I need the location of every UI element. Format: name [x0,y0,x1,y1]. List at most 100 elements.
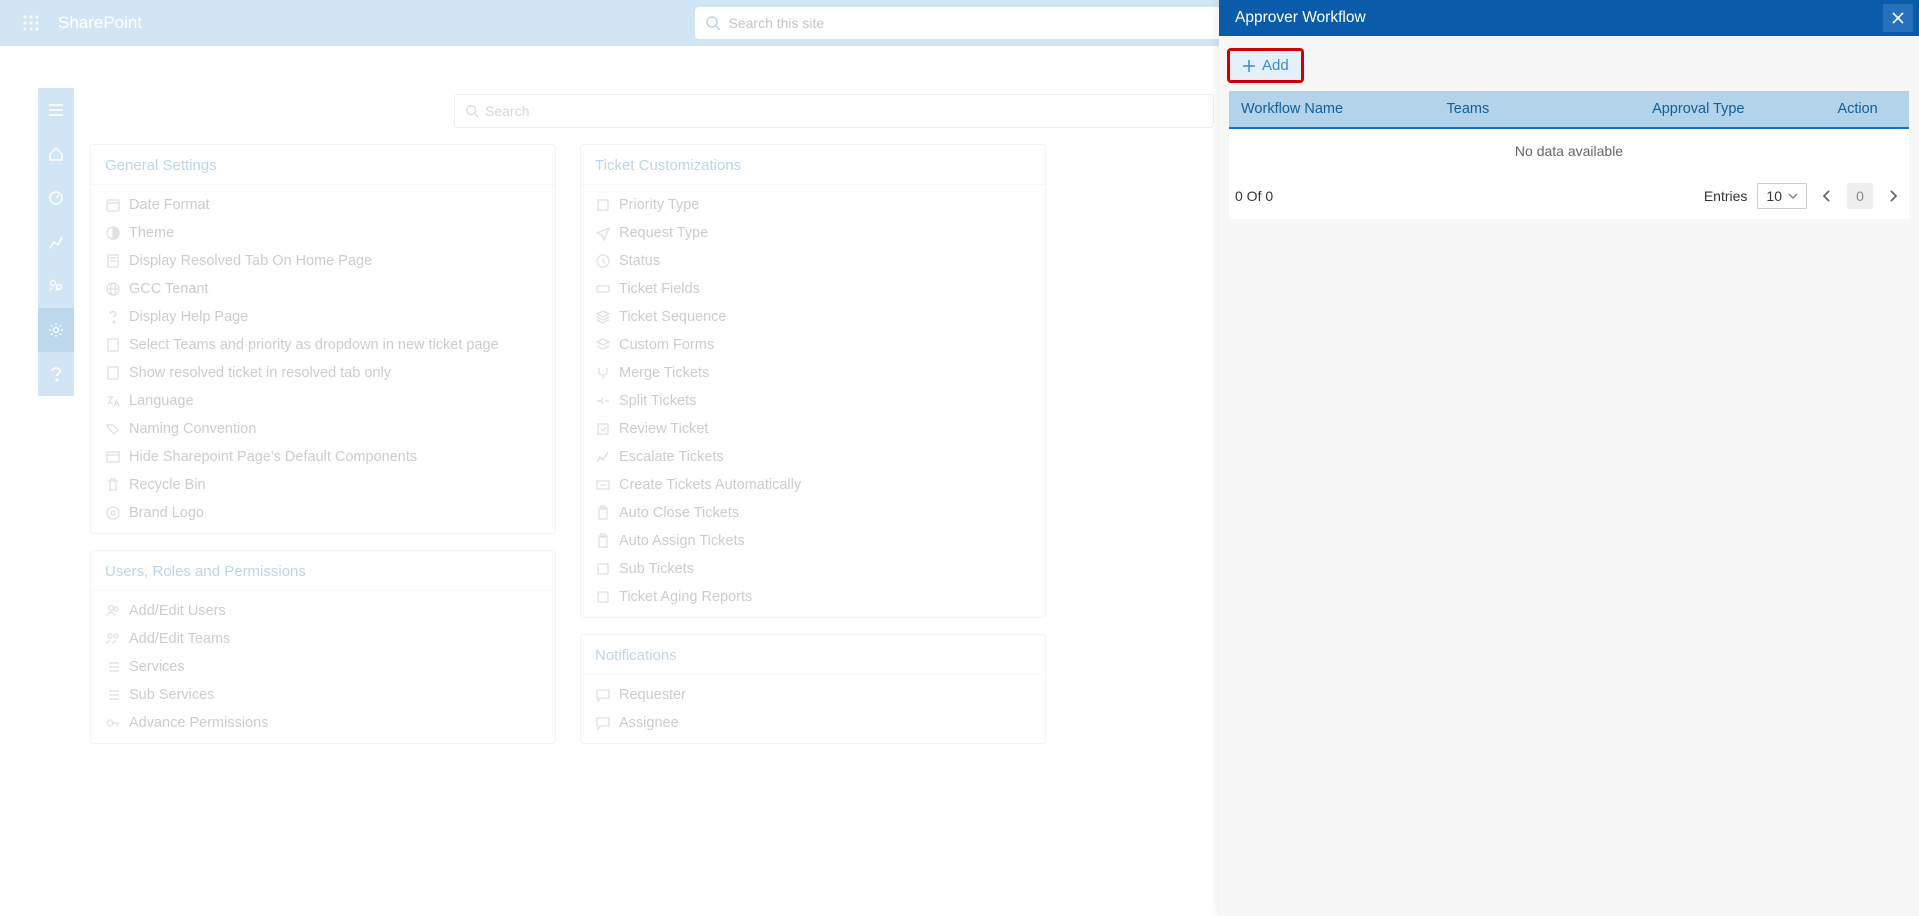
language-icon [105,393,121,409]
users-icon [105,603,121,619]
col-approval-type: Approval Type [1652,101,1806,117]
nav-menu-icon[interactable] [38,88,74,132]
pager-count: 0 Of 0 [1235,188,1273,204]
send-icon [595,225,611,241]
escalate-icon [595,449,611,465]
settings-item[interactable]: Status [581,247,1045,275]
checkbox-icon [595,589,611,605]
settings-item[interactable]: Create Tickets Automatically [581,471,1045,499]
target-icon [105,505,121,521]
settings-item[interactable]: Priority Type [581,191,1045,219]
nav-dashboard-icon[interactable] [38,176,74,220]
team-icon [105,631,121,647]
no-data-message: No data available [1229,129,1909,173]
search-icon [465,104,479,118]
settings-item[interactable]: Recycle Bin [91,471,555,499]
header-search-placeholder: Search this site [729,15,825,31]
settings-item[interactable]: Show resolved ticket in resolved tab onl… [91,359,555,387]
app-title: SharePoint [58,13,142,33]
file-icon [105,337,121,353]
add-button[interactable]: Add [1229,50,1302,81]
card-general-settings: General Settings Date Format Theme Displ… [90,144,556,534]
settings-item[interactable]: Ticket Sequence [581,303,1045,331]
chevron-down-icon [1788,193,1798,199]
settings-item[interactable]: Auto Assign Tickets [581,527,1045,555]
settings-item[interactable]: Display Help Page [91,303,555,331]
settings-item[interactable]: Add/Edit Teams [91,625,555,653]
nav-home-icon[interactable] [38,132,74,176]
settings-item[interactable]: Sub Tickets [581,555,1045,583]
settings-item[interactable]: Ticket Aging Reports [581,583,1045,611]
settings-item[interactable]: Services [91,653,555,681]
settings-item[interactable]: Add/Edit Users [91,597,555,625]
nav-settings-icon[interactable] [38,308,74,352]
settings-item[interactable]: Requester [581,681,1045,709]
col-workflow-name: Workflow Name [1229,101,1447,117]
nav-help-icon[interactable] [38,352,74,396]
search-icon [705,15,721,31]
nav-reports-icon[interactable] [38,220,74,264]
settings-item[interactable]: Escalate Tickets [581,443,1045,471]
page-prev-button[interactable] [1817,186,1837,206]
settings-item[interactable]: Split Tickets [581,387,1045,415]
file-icon [105,253,121,269]
col-teams: Teams [1447,101,1653,117]
side-panel: Approver Workflow Add Workflow Name Team… [1219,0,1919,916]
settings-item[interactable]: GCC Tenant [91,275,555,303]
card-users-roles: Users, Roles and Permissions Add/Edit Us… [90,550,556,744]
col-action: Action [1806,101,1909,117]
theme-icon [105,225,121,241]
checkbox-icon [595,561,611,577]
globe-icon [105,281,121,297]
chat-icon [595,687,611,703]
settings-item[interactable]: Language [91,387,555,415]
settings-item[interactable]: Advance Permissions [91,709,555,737]
entries-label: Entries [1704,188,1748,204]
settings-item[interactable]: Request Type [581,219,1045,247]
settings-item[interactable]: Merge Tickets [581,359,1045,387]
settings-item[interactable]: Theme [91,219,555,247]
list-icon [105,659,121,675]
settings-item[interactable]: Date Format [91,191,555,219]
settings-item[interactable]: Review Ticket [581,415,1045,443]
card-header: Ticket Customizations [581,145,1045,185]
clipboard-icon [595,505,611,521]
settings-item[interactable]: Auto Close Tickets [581,499,1045,527]
content-search-input[interactable]: Search [454,94,1214,128]
stack-icon [595,309,611,325]
settings-item[interactable]: Custom Forms [581,331,1045,359]
settings-item[interactable]: Sub Services [91,681,555,709]
split-icon [595,393,611,409]
settings-item[interactable]: Hide Sharepoint Page's Default Component… [91,443,555,471]
calendar-icon [105,197,121,213]
priority-icon [595,197,611,213]
layout-icon [105,449,121,465]
ticket-icon [595,281,611,297]
chevron-right-icon [1889,190,1897,202]
merge-icon [595,365,611,381]
entries-select[interactable]: 10 [1757,183,1807,209]
settings-item[interactable]: Display Resolved Tab On Home Page [91,247,555,275]
app-launcher-icon[interactable] [8,0,54,46]
nav-rail [38,88,74,396]
settings-item[interactable]: Assignee [581,709,1045,737]
chevron-left-icon [1823,190,1831,202]
clipboard-icon [595,533,611,549]
close-button[interactable] [1883,4,1913,32]
settings-item[interactable]: Brand Logo [91,499,555,527]
auto-create-icon [595,477,611,493]
header-search-input[interactable]: Search this site [695,7,1225,39]
settings-item[interactable]: Ticket Fields [581,275,1045,303]
page-number: 0 [1847,183,1873,209]
clock-icon [595,253,611,269]
nav-teams-icon[interactable] [38,264,74,308]
close-icon [1891,11,1905,25]
page-next-button[interactable] [1883,186,1903,206]
settings-item[interactable]: Naming Convention [91,415,555,443]
list-icon [105,687,121,703]
card-ticket-customizations: Ticket Customizations Priority Type Requ… [580,144,1046,618]
settings-item[interactable]: Select Teams and priority as dropdown in… [91,331,555,359]
file-icon [105,365,121,381]
review-icon [595,421,611,437]
key-icon [105,715,121,731]
